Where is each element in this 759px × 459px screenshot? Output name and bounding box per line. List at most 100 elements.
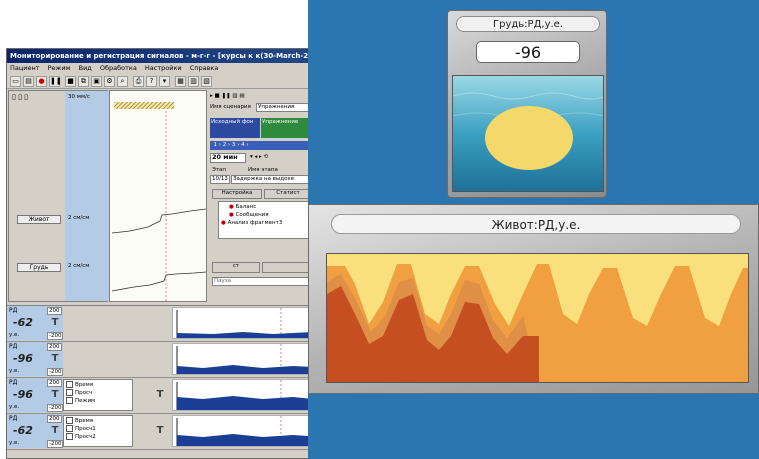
row-rd: РД bbox=[9, 343, 18, 350]
channel-button-chest[interactable]: Грудь bbox=[17, 263, 61, 272]
help-icon[interactable]: ? bbox=[146, 76, 157, 87]
row-label: РД -96 у.е. 200 T -200 bbox=[7, 342, 64, 376]
check-time-label: Время bbox=[75, 418, 94, 424]
tab-exercise[interactable]: Упражнение bbox=[261, 118, 313, 138]
scenario-field[interactable]: Упражнения bbox=[256, 103, 312, 112]
menu-mode[interactable]: Режим bbox=[48, 64, 71, 72]
folder-icon[interactable]: ▧ bbox=[201, 76, 212, 87]
check-time-label: Время bbox=[75, 382, 94, 388]
chest-ball bbox=[485, 106, 573, 170]
tree-item-analysis[interactable]: ● Анализ фрагмент3 bbox=[221, 220, 282, 227]
chest-display-panel: Грудь:РД,у.е. -96 bbox=[447, 10, 607, 198]
row-rd: РД bbox=[9, 379, 18, 386]
channel-button-belly[interactable]: Живот bbox=[17, 215, 61, 224]
check-count1[interactable]: Просч1 bbox=[66, 425, 96, 433]
options-list: Время Просч Пежим bbox=[63, 379, 133, 411]
duration-buttons[interactable]: ▾ ◂ ▸ ⟲ bbox=[250, 154, 268, 161]
config-tree: ● Баланс ● Сообщения ● Анализ фрагмент3 bbox=[218, 201, 312, 239]
zoom-icon[interactable]: ⌕ bbox=[117, 76, 128, 87]
row-label: РД -96 у.е. 200 T -200 bbox=[7, 378, 64, 412]
new-icon[interactable]: ▭ bbox=[10, 76, 21, 87]
scale-t-icon[interactable]: T bbox=[47, 386, 63, 403]
copy-icon[interactable]: ⧉ bbox=[78, 76, 89, 87]
row-unit: у.е. bbox=[9, 332, 20, 338]
second-action-button[interactable] bbox=[262, 262, 312, 273]
chest-value: -96 bbox=[476, 41, 580, 63]
row-min[interactable]: -200 bbox=[47, 404, 64, 412]
belly-scale: 2 см/см bbox=[68, 215, 90, 221]
menu-view[interactable]: Вид bbox=[79, 64, 92, 72]
speed-label: 30 мм/с bbox=[68, 94, 90, 100]
belly-title: Живот:РД,у.е. bbox=[331, 214, 741, 234]
pause-icon[interactable]: ❚❚ bbox=[49, 76, 62, 87]
stage-number-field[interactable]: 10/13 bbox=[210, 175, 230, 184]
record-icon[interactable]: ● bbox=[36, 76, 47, 87]
step-4: 4 bbox=[241, 142, 245, 148]
grid-icon[interactable]: ▦ bbox=[175, 76, 186, 87]
scenario-label: Имя сценария bbox=[210, 104, 251, 110]
tree-item-balance[interactable]: ● Баланс bbox=[229, 204, 256, 211]
row-min[interactable]: -200 bbox=[47, 440, 64, 448]
trace-panel bbox=[109, 90, 207, 302]
scale-t-icon[interactable]: T bbox=[47, 314, 63, 331]
open-icon[interactable]: ▤ bbox=[23, 76, 34, 87]
check-count2[interactable]: Просч2 bbox=[66, 433, 96, 441]
menu-processing[interactable]: Обработка bbox=[100, 64, 137, 72]
scale-t-icon[interactable]: T bbox=[47, 350, 63, 367]
chart-icon[interactable]: ▥ bbox=[188, 76, 199, 87]
arrow-down-icon[interactable]: ▾ bbox=[159, 76, 170, 87]
row-value: -96 bbox=[13, 352, 33, 365]
tree-item-balance-label: Баланс bbox=[235, 204, 257, 210]
check-count-label: Просч bbox=[75, 390, 93, 396]
stop-icon[interactable]: ■ bbox=[65, 76, 76, 87]
row-min[interactable]: -200 bbox=[47, 368, 64, 376]
channel-list-panel: ▯ ▯ ▯ 30 мм/с 2 см/см 2 см/см Живот Груд… bbox=[8, 90, 109, 302]
row-unit: у.е. bbox=[9, 440, 20, 446]
stage-label: Этап bbox=[212, 167, 227, 173]
check-count1-label: Просч1 bbox=[75, 426, 96, 432]
transport-buttons[interactable]: ▸ ■ ❚❚ ▥ ▤ bbox=[210, 93, 245, 100]
tab-initial-background[interactable]: Исходный фон bbox=[210, 118, 260, 138]
menu-patient[interactable]: Пациент bbox=[10, 64, 40, 72]
chest-scale: 2 см/см bbox=[68, 263, 90, 269]
tree-item-analysis-label: Анализ фрагмент3 bbox=[227, 220, 283, 226]
check-time[interactable]: Время bbox=[66, 417, 93, 425]
row-unit: у.е. bbox=[9, 368, 20, 374]
options-list: Время Просч1 Просч2 bbox=[63, 415, 133, 447]
control-panel: ▸ ■ ❚❚ ▥ ▤ Имя сценария Упражнения Исход… bbox=[208, 90, 313, 302]
check-count2-label: Просч2 bbox=[75, 434, 96, 440]
tab-config[interactable]: Настройка bbox=[212, 189, 262, 199]
chest-ball-visual bbox=[453, 76, 603, 191]
menu-settings[interactable]: Настройки bbox=[145, 64, 182, 72]
print-icon[interactable]: ⎙ bbox=[133, 76, 144, 87]
row-rd: РД bbox=[9, 307, 18, 314]
scale-t-icon[interactable]: T bbox=[152, 422, 168, 439]
start-button[interactable]: ст bbox=[212, 262, 260, 273]
check-mode[interactable]: Пежим bbox=[66, 397, 95, 405]
step-indicator[interactable]: 1 › 2 › 3 › 4 › bbox=[210, 141, 312, 150]
row-min[interactable]: -200 bbox=[47, 332, 64, 340]
tab-statistics[interactable]: Статист bbox=[264, 189, 312, 199]
check-count[interactable]: Просч bbox=[66, 389, 92, 397]
settings-icon[interactable]: ⚙ bbox=[104, 76, 115, 87]
tab-exercise-label: Упражнение bbox=[262, 119, 299, 125]
tree-node-icon: ● bbox=[221, 220, 226, 226]
scale-t-icon[interactable]: T bbox=[152, 386, 168, 403]
scale-t-icon[interactable]: T bbox=[47, 422, 63, 439]
tree-node-icon: ● bbox=[229, 204, 234, 210]
status-field: Пауза bbox=[212, 277, 312, 286]
stage-name-label: Имя этапа bbox=[248, 167, 278, 173]
stage-name-field[interactable]: Задержка на выдохе bbox=[231, 175, 313, 184]
menu-help[interactable]: Справка bbox=[190, 64, 219, 72]
page-icons[interactable]: ▯ ▯ ▯ bbox=[12, 93, 28, 101]
row-rd: РД bbox=[9, 415, 18, 422]
trace-lines bbox=[111, 111, 206, 301]
step-2: 2 bbox=[222, 142, 227, 148]
row-unit: у.е. bbox=[9, 404, 20, 410]
tree-item-messages[interactable]: ● Сообщения bbox=[229, 212, 269, 219]
save-icon[interactable]: ▣ bbox=[91, 76, 102, 87]
row-value: -96 bbox=[13, 388, 33, 401]
duration-select[interactable]: 20 мин bbox=[210, 153, 246, 163]
check-time[interactable]: Время bbox=[66, 381, 93, 389]
tree-item-messages-label: Сообщения bbox=[235, 212, 269, 218]
